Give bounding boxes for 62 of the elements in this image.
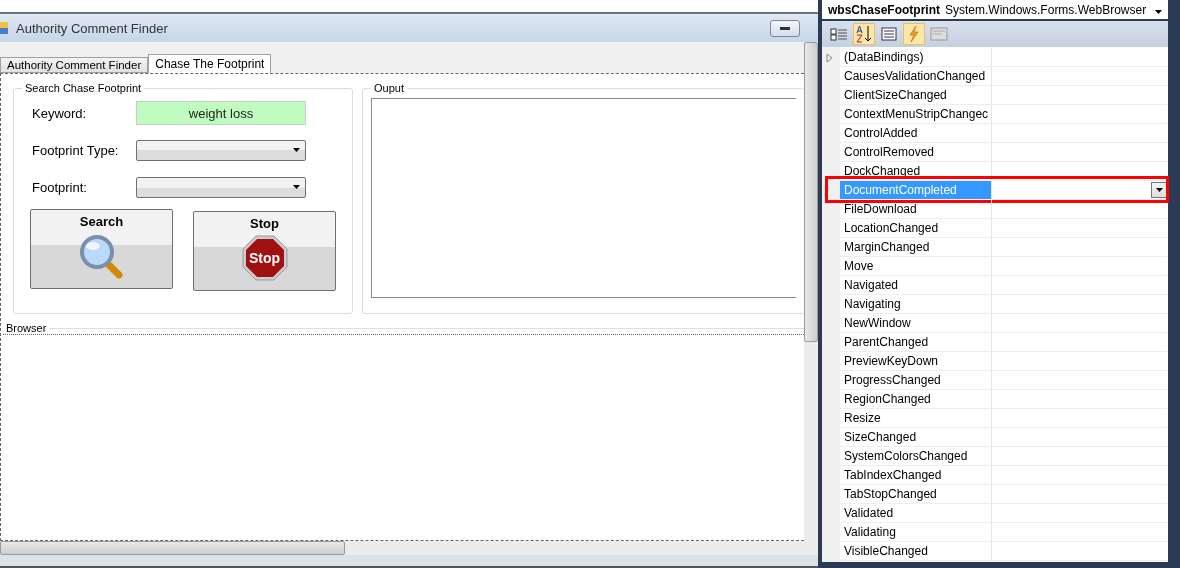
event-name[interactable]: FileDownload [840,200,992,218]
event-name[interactable]: ControlRemoved [840,143,992,161]
lightning-icon [907,25,921,43]
vertical-scrollbar[interactable] [804,42,818,541]
magnifier-icon [77,233,126,279]
dropdown[interactable] [136,139,306,161]
toolbar-button[interactable] [853,23,875,45]
caret-icon [293,148,300,152]
app-icon [0,21,10,35]
dropdown-button[interactable] [1151,182,1167,198]
tab[interactable]: Chase The Footprint [148,54,272,73]
event-name[interactable]: PreviewKeyDown [840,352,992,370]
event-name[interactable]: ClientSizeChanged [840,86,992,104]
object-selector[interactable]: wbsChaseFootprint System.Windows.Forms.WebBrowser [822,0,1168,19]
event-name[interactable]: NewWindow [840,314,992,332]
property-pages-icon [930,27,948,41]
event-name[interactable]: ContextMenuStripChangec [840,105,992,123]
minimize-button[interactable] [770,19,800,37]
group-title: Ouput [373,82,405,94]
caret-icon [293,185,300,189]
keyword-field[interactable]: weight loss [136,101,306,125]
field-label: Keyword: [32,105,88,121]
group-title: Browser [5,322,48,334]
list-icon [881,27,897,41]
event-name[interactable]: VisibleChanged [840,542,992,560]
caret-icon [1155,188,1163,192]
horizontal-scrollbar[interactable] [0,541,818,555]
event-name[interactable]: ControlAdded [840,124,992,142]
stop-sign-icon: Stop [241,235,288,281]
field-label: Footprint: [32,179,88,195]
event-name[interactable]: MarginChanged [840,238,992,256]
event-name[interactable]: Move [840,257,992,275]
tab[interactable]: Authority Comment Finder [0,57,149,73]
caret-icon [1155,9,1162,14]
event-name[interactable]: ProgressChanged [840,371,992,389]
object-name: wbsChaseFootprint [828,2,940,17]
event-name[interactable]: (DataBindings) [840,48,992,66]
search-button[interactable]: Search [30,209,173,289]
event-name[interactable]: SizeChanged [840,428,992,446]
minimize-icon [780,26,790,30]
categorized-icon [830,27,848,41]
expand-icon[interactable] [826,53,833,63]
field-label: Footprint Type: [32,142,120,158]
event-name[interactable]: Validating [840,523,992,541]
sort-az-icon [855,25,873,43]
event-name[interactable]: LocationChanged [840,219,992,237]
group-title: Search Chase Footprint [24,82,143,94]
event-name[interactable]: TabIndexChanged [840,466,992,484]
event-name[interactable]: TabStopChanged [840,485,992,503]
object-type: System.Windows.Forms.WebBrowser [945,2,1148,17]
dropdown[interactable] [136,176,306,198]
event-name[interactable]: RegionChanged [840,390,992,408]
event-name[interactable]: CausesValidationChanged [840,67,992,85]
event-name[interactable]: Navigating [840,295,992,313]
window-title: Authority Comment Finder [16,20,169,36]
event-name[interactable]: DockChanged [840,162,992,180]
event-name[interactable]: Resize [840,409,992,427]
event-name[interactable]: ParentChanged [840,333,992,351]
stop-button[interactable]: Stop Stop [193,211,336,291]
event-name[interactable]: Navigated [840,276,992,294]
event-name[interactable]: SystemColorsChanged [840,447,992,465]
event-name[interactable]: Validated [840,504,992,522]
